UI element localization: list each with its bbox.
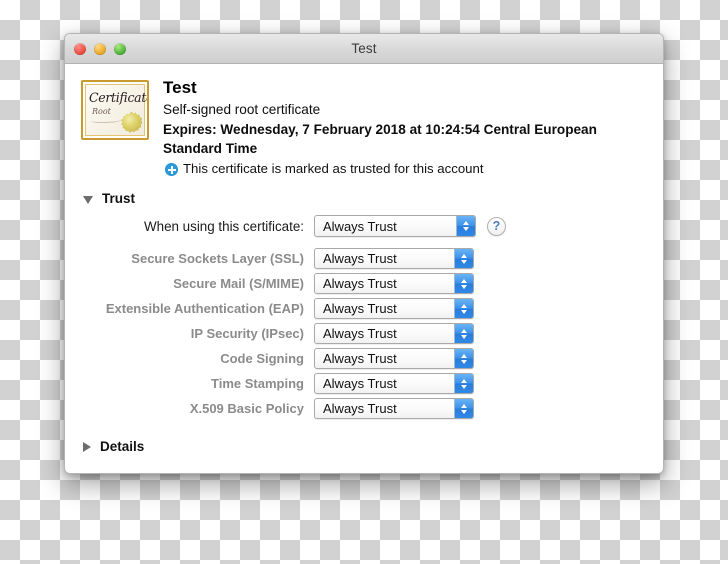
certificate-trust-note: This certificate is marked as trusted fo… bbox=[165, 160, 643, 178]
certificate-window: Test Certificate Root Test Self-signed r… bbox=[64, 33, 664, 474]
trust-row: Time Stamping Always Trust bbox=[65, 373, 663, 394]
chevron-updown-icon[interactable] bbox=[454, 249, 473, 268]
trust-row-label: Extensible Authentication (EAP) bbox=[105, 301, 304, 316]
certificate-icon-flourish bbox=[90, 117, 122, 124]
trust-row-dropdown[interactable]: Always Trust bbox=[314, 348, 474, 369]
chevron-updown-icon[interactable] bbox=[454, 299, 473, 318]
trust-row: Code Signing Always Trust bbox=[65, 348, 663, 369]
certificate-icon-root-text: Root bbox=[92, 107, 111, 116]
zoom-button[interactable] bbox=[114, 43, 126, 55]
close-button[interactable] bbox=[74, 43, 86, 55]
trust-row-value: Always Trust bbox=[323, 276, 397, 291]
details-section-toggle[interactable]: Details bbox=[83, 439, 663, 454]
certificate-icon-script-text: Certificate bbox=[89, 89, 149, 106]
chevron-updown-icon[interactable] bbox=[456, 216, 475, 236]
trust-row-primary: When using this certificate: Always Trus… bbox=[65, 215, 663, 237]
certificate-seal-icon bbox=[121, 112, 142, 133]
trust-policy-rows: Secure Sockets Layer (SSL) Always Trust Se… bbox=[65, 248, 663, 419]
trust-row-value: Always Trust bbox=[323, 401, 397, 416]
trust-row-label: Code Signing bbox=[220, 351, 304, 366]
chevron-updown-icon[interactable] bbox=[454, 374, 473, 393]
certificate-info: Test Self-signed root certificate Expire… bbox=[163, 78, 643, 178]
certificate-header: Certificate Root Test Self-signed root c… bbox=[65, 64, 663, 178]
trust-section-label: Trust bbox=[102, 191, 136, 206]
trust-settings-list: When using this certificate: Always Trus… bbox=[65, 215, 663, 419]
window-content: Certificate Root Test Self-signed root c… bbox=[65, 64, 663, 473]
chevron-updown-icon[interactable] bbox=[454, 399, 473, 418]
chevron-updown-icon[interactable] bbox=[454, 349, 473, 368]
trust-row-dropdown[interactable]: Always Trust bbox=[314, 398, 474, 419]
window-title: Test bbox=[351, 41, 377, 56]
trust-row-value: Always Trust bbox=[323, 251, 397, 266]
certificate-expiry: Expires: Wednesday, 7 February 2018 at 1… bbox=[163, 122, 597, 156]
certificate-trust-note-text: This certificate is marked as trusted fo… bbox=[183, 161, 484, 176]
trust-row-value: Always Trust bbox=[323, 376, 397, 391]
trust-row-label: Time Stamping bbox=[211, 376, 304, 391]
certificate-name: Test bbox=[163, 78, 197, 97]
trust-row-label: Secure Mail (S/MIME) bbox=[173, 276, 304, 291]
when-using-certificate-label: When using this certificate: bbox=[143, 218, 304, 234]
when-using-certificate-dropdown[interactable]: Always Trust bbox=[314, 215, 476, 237]
trust-row-label: IP Security (IPsec) bbox=[190, 326, 304, 341]
trust-row-dropdown[interactable]: Always Trust bbox=[314, 373, 474, 394]
trust-row-dropdown[interactable]: Always Trust bbox=[314, 323, 474, 344]
triangle-down-icon bbox=[83, 195, 93, 204]
chevron-updown-icon[interactable] bbox=[454, 274, 473, 293]
trust-row-value: Always Trust bbox=[323, 326, 397, 341]
chevron-updown-icon[interactable] bbox=[454, 324, 473, 343]
trust-row: Extensible Authentication (EAP) Always Tr… bbox=[65, 298, 663, 319]
triangle-right-icon bbox=[83, 441, 91, 452]
minimize-button[interactable] bbox=[94, 43, 106, 55]
info-plus-icon bbox=[165, 163, 178, 176]
trust-row-value: Always Trust bbox=[323, 351, 397, 366]
trust-row-label: Secure Sockets Layer (SSL) bbox=[131, 251, 304, 266]
trust-row-value: Always Trust bbox=[323, 301, 397, 316]
trust-row-dropdown[interactable]: Always Trust bbox=[314, 248, 474, 269]
help-button[interactable]: ? bbox=[487, 216, 506, 236]
trust-row: Secure Sockets Layer (SSL) Always Trust bbox=[65, 248, 663, 269]
window-controls bbox=[74, 43, 126, 55]
trust-row-dropdown[interactable]: Always Trust bbox=[314, 273, 474, 294]
trust-row: Secure Mail (S/MIME) Always Trust bbox=[65, 273, 663, 294]
trust-row-dropdown[interactable]: Always Trust bbox=[314, 298, 474, 319]
certificate-subtitle: Self-signed root certificate bbox=[163, 102, 321, 117]
trust-row: X.509 Basic Policy Always Trust bbox=[65, 398, 663, 419]
when-using-certificate-value: Always Trust bbox=[323, 218, 397, 234]
trust-row-label: X.509 Basic Policy bbox=[189, 401, 304, 416]
window-titlebar[interactable]: Test bbox=[65, 34, 663, 64]
details-section-label: Details bbox=[100, 439, 145, 454]
trust-row: IP Security (IPsec) Always Trust bbox=[65, 323, 663, 344]
trust-section-toggle[interactable]: Trust bbox=[83, 191, 663, 206]
certificate-icon: Certificate Root bbox=[81, 80, 149, 140]
